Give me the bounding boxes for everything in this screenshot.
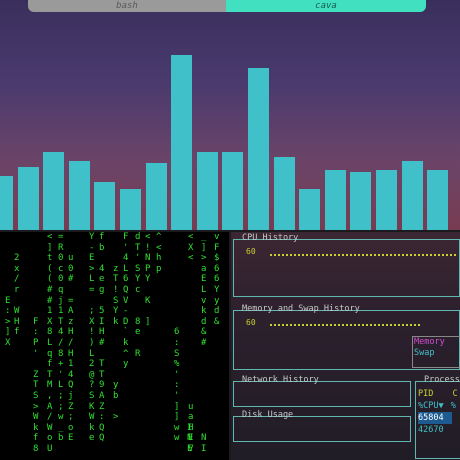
matrix-column: < ! N P Y K ]: [145, 232, 151, 327]
matrix-column: [24, 232, 32, 444]
matrix-column: z T ! S Y k y b >: [113, 263, 119, 423]
matrix-column: Y - E > L = ; X ! ) L 2 @ ? S K W k e: [89, 232, 95, 444]
cpu-history-panel: CPU History 60: [233, 233, 460, 297]
visualizer-bar: [43, 152, 65, 230]
memory-scale-label: 60: [246, 318, 256, 327]
visualizer-bar: [68, 160, 90, 230]
matrix-column: _ ] > a E L v k d & # N I: [201, 232, 207, 454]
matrix-column: E : > ] X: [5, 295, 11, 348]
matrix-column: 2 x / r W H f: [14, 253, 20, 338]
matrix-rain-pane: E : > ] X 2 x / r W H f F : P ' Z T S > …: [0, 232, 229, 460]
visualizer-bar: [273, 156, 295, 230]
visualizer-bar: [145, 163, 167, 230]
visualizer-bar: [324, 169, 346, 230]
memory-legend: Memory Swap: [412, 336, 460, 368]
cpu-scale-label: 60: [246, 247, 256, 256]
memory-history-panel: Memory and Swap History 60 Memory Swap: [233, 304, 460, 370]
cpu-sort-header[interactable]: %CPU▼: [418, 401, 444, 411]
cpu-history-title: CPU History: [242, 233, 299, 243]
matrix-column: d T ' S Y c 8 e R: [135, 232, 141, 359]
memory-legend-item: Memory: [414, 337, 445, 347]
matrix-column: u 0 # = A z H / H 1 4 Q j Z ; o E: [68, 253, 74, 444]
swap-legend-item: Swap: [414, 348, 435, 358]
matrix-column: F ' 4 L 6 Q V - D ` k ^ y: [123, 232, 129, 370]
matrix-column: ^ < h p: [156, 232, 162, 274]
pid-column-header[interactable]: PID: [418, 389, 433, 399]
network-history-title: Network History: [242, 375, 319, 385]
process-pid: 42670: [418, 425, 444, 435]
mem-sort-header[interactable]: %: [451, 401, 456, 411]
network-history-panel: Network History: [233, 375, 411, 407]
matrix-column: < X < u a H E V: [188, 232, 194, 454]
visualizer-bar: [299, 188, 321, 230]
tab-bash[interactable]: bash: [28, 0, 226, 12]
memory-graph-line: [270, 324, 420, 328]
visualizer-bar: [376, 169, 397, 230]
visualizer-bar: [94, 182, 116, 230]
visualizer-bar: [17, 167, 39, 230]
disk-usage-panel: Disk Usage: [233, 410, 411, 442]
process-pid: 65804: [418, 413, 444, 423]
visualizer-bar: [350, 171, 372, 230]
matrix-column: = R 0 c 0 q j 1 T 4 / 8 + ' L ; ; w _ b: [58, 232, 64, 444]
process-table-subheader: %CPU▼ %: [418, 400, 458, 412]
cpu-column-header[interactable]: C: [452, 389, 457, 399]
visualizer-bar: [401, 160, 423, 230]
visualizer-bar: [171, 55, 193, 230]
tab-bar: bash cava: [28, 0, 426, 12]
tab-cava[interactable]: cava: [226, 0, 426, 12]
processes-panel: Processes PID C %CPU▼ % 65804 42670: [415, 375, 460, 459]
disk-usage-title: Disk Usage: [242, 410, 294, 420]
matrix-column: F : P ' Z T S > W k f 8: [33, 316, 39, 454]
table-row[interactable]: 42670: [418, 424, 458, 436]
process-table: PID C %CPU▼ % 65804 42670: [418, 388, 458, 436]
visualizer-bar: [222, 152, 244, 230]
visualizer-bar: [120, 188, 141, 230]
visualizer-bar: [248, 68, 269, 230]
matrix-column: 6 : S % ' : ' ] ] w w: [174, 327, 180, 444]
visualizer-bar: [427, 169, 449, 230]
memory-history-title: Memory and Swap History: [242, 304, 360, 314]
cpu-graph-line: [270, 254, 456, 258]
process-table-header: PID C: [418, 388, 458, 400]
visualizer-bar: [0, 176, 13, 230]
table-row[interactable]: 65804: [418, 412, 452, 424]
matrix-column: v F $ 6 6 Y y d &: [214, 232, 220, 327]
audio-visualizer: [0, 14, 460, 230]
matrix-column: < ] t ( ( # # 1 X 8 L q f T M , A / W o …: [47, 232, 53, 454]
processes-title: Processes: [424, 375, 460, 385]
visualizer-bar: [196, 152, 218, 230]
system-monitor-pane: CPU History 60 Memory and Swap History 6…: [231, 232, 460, 460]
matrix-column: f b 4 e g 5 I H # T T 9 A Z : Q Q: [99, 232, 105, 444]
